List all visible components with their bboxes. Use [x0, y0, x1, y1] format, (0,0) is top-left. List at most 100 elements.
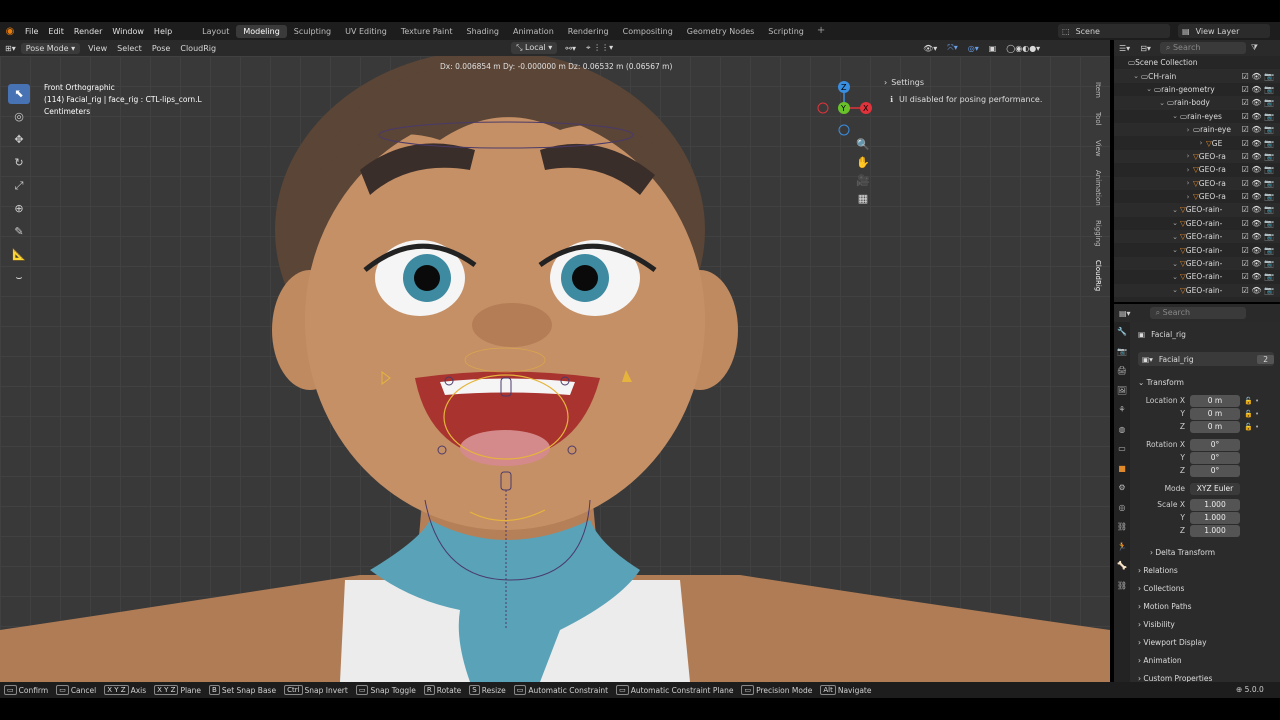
tab-uv-editing[interactable]: UV Editing — [338, 25, 394, 38]
section-visibility[interactable]: › Visibility — [1138, 616, 1272, 632]
editor-type-icon[interactable]: ⊞▾ — [0, 44, 21, 53]
rotation-mode-select[interactable]: XYZ Euler — [1190, 483, 1240, 495]
expand-chevron-icon[interactable]: ⌄ — [1170, 273, 1180, 281]
expand-chevron-icon[interactable]: ⌄ — [1170, 206, 1180, 214]
expand-chevron-icon[interactable]: ⌄ — [1170, 260, 1180, 268]
tab-modeling[interactable]: Modeling — [236, 24, 287, 38]
3d-viewport[interactable]: Dx: 0.006854 m Dy: -0.000000 m Dz: 0.065… — [0, 56, 1110, 682]
visibility-toggles[interactable]: ☑ 👁 📷 — [1242, 165, 1274, 174]
section-viewport-display[interactable]: › Viewport Display — [1138, 634, 1272, 650]
expand-chevron-icon[interactable]: ⌄ — [1144, 85, 1154, 93]
blender-logo-icon[interactable]: ◉ — [0, 26, 20, 37]
menu-help[interactable]: Help — [149, 27, 177, 36]
expand-chevron-icon[interactable]: ⌄ — [1157, 99, 1167, 107]
rotation-y-field[interactable]: 0° — [1190, 452, 1240, 464]
outliner-row[interactable]: ⌄ ▭ CH-rain ☑ 👁 📷 — [1114, 69, 1280, 83]
navigation-gizmo[interactable]: Z Y X — [812, 78, 876, 138]
visibility-toggles[interactable]: ☑ 👁 📷 — [1242, 112, 1274, 121]
cursor-tool-icon[interactable]: ◎ — [8, 107, 30, 127]
visibility-toggles[interactable]: ☑ 👁 📷 — [1242, 205, 1274, 214]
visibility-toggles[interactable]: ☑ 👁 📷 — [1242, 72, 1274, 81]
view-layer-tab-icon[interactable]: 🖼 — [1114, 381, 1130, 401]
gizmo-toggle-icon[interactable]: ⤧▾ — [942, 43, 962, 53]
filter-icon[interactable]: ⧩ — [1246, 43, 1263, 53]
lock-icon[interactable]: 🔓 • — [1244, 421, 1259, 434]
transform-section-header[interactable]: ⌄ Transform — [1138, 374, 1272, 390]
properties-editor-icon[interactable]: ▤▾ — [1114, 309, 1136, 318]
visibility-toggles[interactable]: ☑ 👁 📷 — [1242, 219, 1274, 228]
visibility-toggles[interactable]: ☑ 👁 📷 — [1242, 272, 1274, 281]
visibility-toggles[interactable]: ☑ 👁 📷 — [1242, 286, 1274, 295]
expand-chevron-icon[interactable]: ⌄ — [1170, 286, 1180, 294]
outliner-row[interactable]: ⌄ ▭ rain-geometry ☑ 👁 📷 — [1114, 83, 1280, 96]
visibility-icon[interactable]: 👁▾ — [918, 44, 942, 53]
settings-header[interactable]: › Settings — [884, 78, 1094, 87]
tab-animation[interactable]: Animation — [506, 25, 561, 38]
expand-chevron-icon[interactable]: ⌄ — [1170, 233, 1180, 241]
location-y-field[interactable]: 0 m — [1190, 408, 1240, 420]
rotate-tool-icon[interactable]: ↻ — [8, 153, 30, 173]
bone-tab-icon[interactable]: 🦴 — [1114, 556, 1130, 576]
section-motion-paths[interactable]: › Motion Paths — [1138, 598, 1272, 614]
menu-window[interactable]: Window — [107, 27, 149, 36]
section-delta-transform[interactable]: › Delta Transform — [1150, 544, 1280, 560]
section-relations[interactable]: › Relations — [1138, 562, 1272, 578]
menu-pose[interactable]: Pose — [147, 44, 176, 53]
scale-tool-icon[interactable]: ⤢ — [8, 176, 30, 196]
outliner-row[interactable]: ⌄ ▽ GEO-rain- ☑ 👁 📷 — [1114, 203, 1280, 217]
location-x-field[interactable]: 0 m — [1190, 395, 1240, 407]
visibility-toggles[interactable]: ☑ 👁 📷 — [1242, 259, 1274, 268]
outliner-row[interactable]: › ▽ GEO-ra ☑ 👁 📷 — [1114, 176, 1280, 190]
output-tab-icon[interactable]: 🖨 — [1114, 361, 1130, 381]
outliner-row[interactable]: ⌄ ▽ GEO-rain- ☑ 👁 📷 — [1114, 256, 1280, 271]
section-collections[interactable]: › Collections — [1138, 580, 1272, 596]
add-workspace-icon[interactable]: + — [811, 25, 831, 38]
xray-icon[interactable]: ▣ — [984, 44, 1002, 53]
properties-search[interactable]: ⌕ Search — [1149, 307, 1246, 319]
outliner-row[interactable]: › ▽ GEO-ra ☑ 👁 📷 — [1114, 163, 1280, 176]
tab-item[interactable]: Item — [1094, 80, 1102, 100]
tab-rigging[interactable]: Rigging — [1094, 218, 1102, 249]
mode-selector[interactable]: Pose Mode ▾ — [20, 42, 81, 54]
zoom-icon[interactable]: 🔍 — [854, 136, 872, 154]
tab-compositing[interactable]: Compositing — [616, 25, 680, 38]
select-tool-icon[interactable]: ⬉ — [8, 84, 30, 104]
object-name[interactable]: Facial_rig — [1151, 330, 1186, 339]
view-layer-selector[interactable]: ▤ View Layer — [1178, 24, 1270, 38]
render-tab-icon[interactable]: 📷 — [1114, 342, 1130, 362]
expand-chevron-icon[interactable]: ⌄ — [1170, 219, 1180, 227]
outliner-search[interactable]: ⌕ Search — [1159, 42, 1246, 54]
tab-animation-side[interactable]: Animation — [1094, 168, 1102, 208]
expand-chevron-icon[interactable]: ⌄ — [1131, 72, 1141, 80]
expand-chevron-icon[interactable]: › — [1196, 139, 1206, 147]
object-tab-icon[interactable]: ■ — [1114, 459, 1130, 479]
grid-icon[interactable]: ▦ — [854, 190, 872, 208]
outliner-row[interactable]: ⌄ ▽ GEO-rain- ☑ 👁 📷 — [1114, 270, 1280, 283]
menu-edit[interactable]: Edit — [43, 27, 69, 36]
outliner-row[interactable]: › ▽ GE ☑ 👁 📷 — [1114, 136, 1280, 149]
scale-z-field[interactable]: 1.000 — [1190, 525, 1240, 537]
section-animation[interactable]: › Animation — [1138, 652, 1272, 668]
tab-cloudrig[interactable]: CloudRig — [1094, 258, 1102, 293]
collection-tab-icon[interactable]: ▭ — [1114, 439, 1130, 459]
expand-chevron-icon[interactable]: › — [1183, 193, 1193, 201]
tab-tool[interactable]: Tool — [1094, 110, 1102, 128]
overlay-toggle-icon[interactable]: ◎▾ — [963, 44, 984, 53]
rotation-z-field[interactable]: 0° — [1190, 465, 1240, 477]
outliner-row[interactable]: ⌄ ▽ GEO-rain- ☑ 👁 📷 — [1114, 243, 1280, 256]
measure-tool-icon[interactable]: 📐 — [8, 245, 30, 265]
relax-tool-icon[interactable]: ⌣ — [8, 268, 30, 288]
tab-geometry-nodes[interactable]: Geometry Nodes — [680, 25, 761, 38]
expand-chevron-icon[interactable]: › — [1183, 179, 1193, 187]
lock-icon[interactable]: 🔓 • — [1244, 395, 1259, 408]
camera-icon[interactable]: 🎥 — [854, 172, 872, 190]
expand-chevron-icon[interactable]: › — [1183, 126, 1193, 134]
outliner-row[interactable]: › ▽ GEO-ra ☑ 👁 📷 — [1114, 190, 1280, 203]
tab-view[interactable]: View — [1094, 138, 1102, 159]
expand-chevron-icon[interactable]: › — [1183, 166, 1193, 174]
menu-file[interactable]: File — [20, 27, 43, 36]
transform-orientation[interactable]: ⤡ Local ▾ — [511, 42, 558, 54]
modifiers-tab-icon[interactable]: ⚙ — [1114, 478, 1130, 498]
scale-x-field[interactable]: 1.000 — [1190, 499, 1240, 511]
tab-scripting[interactable]: Scripting — [761, 25, 811, 38]
